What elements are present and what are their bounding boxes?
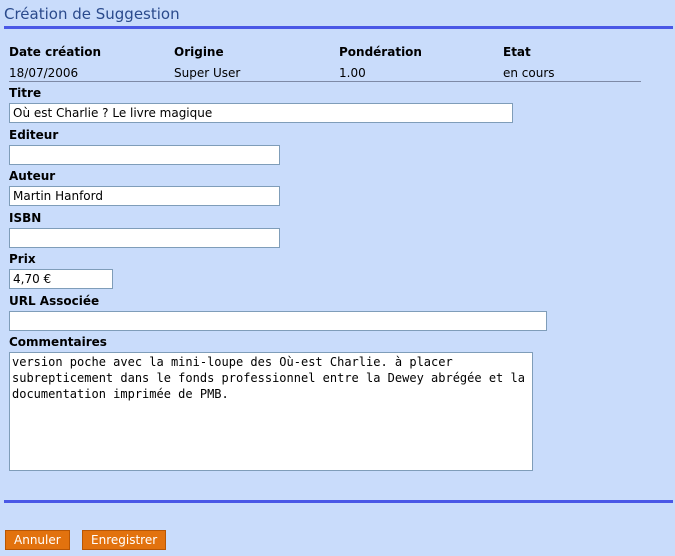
url-input[interactable] [9, 311, 547, 331]
cancel-button[interactable]: Annuler [5, 530, 70, 550]
commentaires-textarea[interactable]: version poche avec la mini-loupe des Où-… [9, 352, 533, 471]
meta-value-origine: Super User [174, 66, 241, 80]
commentaires-label: Commentaires [9, 335, 107, 349]
url-label: URL Associée [9, 294, 100, 308]
meta-header-origine: Origine [174, 45, 224, 59]
prix-label: Prix [9, 252, 36, 266]
isbn-label: ISBN [9, 211, 42, 225]
meta-value-date: 18/07/2006 [9, 66, 79, 80]
titre-label: Titre [9, 86, 42, 100]
isbn-input[interactable] [9, 228, 280, 248]
bottom-divider [4, 500, 673, 503]
auteur-input[interactable] [9, 186, 280, 206]
editeur-label: Editeur [9, 128, 59, 142]
meta-header-etat: Etat [503, 45, 531, 59]
page-title: Création de Suggestion [4, 5, 180, 23]
meta-value-etat: en cours [503, 66, 555, 80]
meta-value-ponderation: 1.00 [339, 66, 366, 80]
auteur-label: Auteur [9, 169, 56, 183]
editeur-input[interactable] [9, 145, 280, 165]
titre-input[interactable] [9, 103, 513, 123]
top-divider [4, 26, 673, 29]
meta-divider [9, 81, 641, 82]
meta-header-ponderation: Pondération [339, 45, 422, 59]
prix-input[interactable] [9, 269, 113, 289]
save-button[interactable]: Enregistrer [82, 530, 167, 550]
meta-header-date: Date création [9, 45, 102, 59]
